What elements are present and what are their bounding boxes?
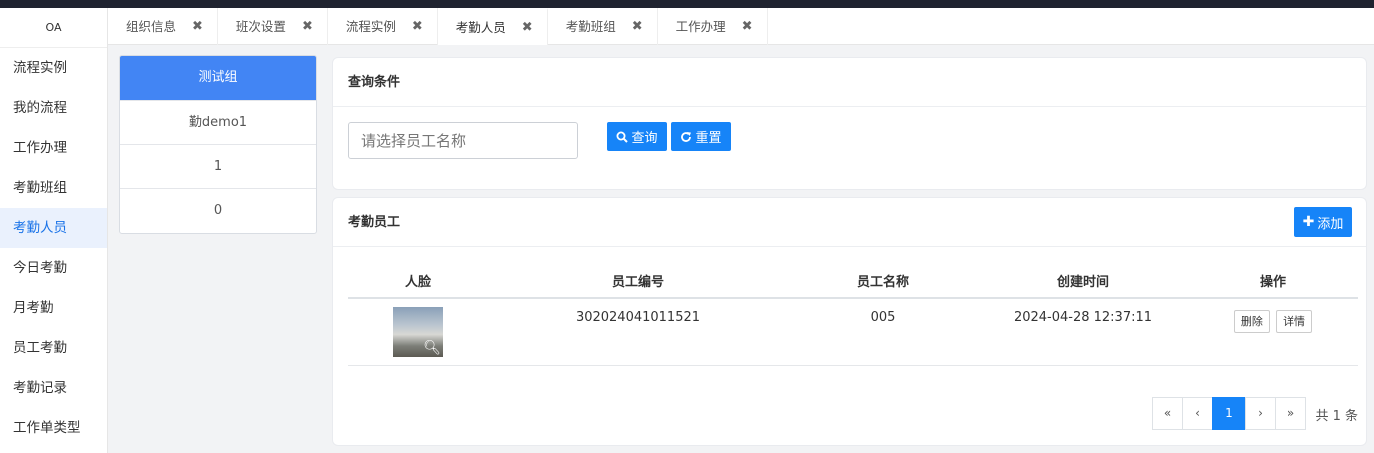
tab-label: 组织信息 [126, 19, 177, 34]
sidebar-item-attendance-group[interactable]: 考勤班组 [0, 168, 107, 208]
sidebar-item-my-process[interactable]: 我的流程 [0, 88, 107, 128]
close-icon[interactable]: ✖ [742, 8, 753, 45]
column-header-actions: 操作 [1188, 263, 1358, 299]
group-item[interactable]: 0 [120, 189, 316, 233]
tab-label: 流程实例 [345, 19, 396, 34]
tab-bar: 组织信息 ✖ 班次设置 ✖ 流程实例 ✖ 考勤人员 ✖ 考勤班组 ✖ 工作办理 … [108, 8, 1374, 45]
plus-icon: ✚ [1302, 214, 1315, 230]
employee-name-input[interactable] [348, 122, 578, 159]
tab-shift-settings[interactable]: 班次设置 ✖ [218, 8, 328, 45]
app-logo: OA [0, 8, 107, 48]
next-page-button[interactable]: › [1245, 397, 1276, 430]
column-header-created: 创建时间 [978, 263, 1188, 299]
group-list: 测试组 勤demo1 1 0 [119, 55, 317, 234]
query-panel: 查询条件 查询 重置 [332, 57, 1367, 190]
query-button[interactable]: 查询 [607, 122, 667, 151]
tab-label: 工作办理 [675, 19, 726, 34]
employee-no-cell: 302024041011521 [488, 298, 788, 366]
query-button-label: 查询 [631, 131, 658, 146]
tab-label: 考勤人员 [455, 20, 506, 35]
tab-process-instance[interactable]: 流程实例 ✖ [328, 8, 438, 45]
attendance-staff-panel: 考勤员工 ✚ 添加 人脸 员工编号 员工名称 创建时间 操作 🔍︎ 302024… [332, 197, 1367, 446]
query-panel-title: 查询条件 [333, 58, 1366, 107]
face-thumbnail[interactable]: 🔍︎ [393, 307, 443, 357]
actions-cell: 删除 详情 [1188, 298, 1358, 366]
staff-table: 人脸 员工编号 员工名称 创建时间 操作 🔍︎ 302024041011521 … [348, 263, 1358, 366]
tab-attendance-staff[interactable]: 考勤人员 ✖ [437, 8, 548, 46]
close-icon[interactable]: ✖ [522, 9, 533, 46]
sidebar-item-monthly-attendance[interactable]: 月考勤 [0, 288, 107, 328]
sidebar-item-worksheet-types[interactable]: 工作单类型 [0, 408, 107, 448]
sidebar-item-today-attendance[interactable]: 今日考勤 [0, 248, 107, 288]
tab-label: 班次设置 [235, 19, 286, 34]
sidebar: OA 流程实例 我的流程 工作办理 考勤班组 考勤人员 今日考勤 月考勤 员工考… [0, 8, 108, 453]
prev-page-button[interactable]: ‹ [1182, 397, 1213, 430]
total-count: 共 1 条 [1315, 409, 1358, 424]
column-header-employee-no: 员工编号 [488, 263, 788, 299]
staff-panel-title-text: 考勤员工 [348, 215, 401, 230]
close-icon[interactable]: ✖ [412, 8, 423, 45]
column-header-employee-name: 员工名称 [788, 263, 978, 299]
reset-button-label: 重置 [695, 131, 722, 146]
add-button[interactable]: ✚ 添加 [1294, 207, 1352, 237]
tab-label: 考勤班组 [565, 19, 616, 34]
tab-work-handling[interactable]: 工作办理 ✖ [658, 8, 768, 45]
group-item[interactable]: 1 [120, 145, 316, 189]
created-time-cell: 2024-04-28 12:37:11 [978, 298, 1188, 366]
face-cell: 🔍︎ [348, 298, 488, 366]
column-header-face: 人脸 [348, 263, 488, 299]
group-item[interactable]: 测试组 [120, 56, 316, 101]
employee-name-cell: 005 [788, 298, 978, 366]
zoom-icon[interactable]: 🔍︎ [423, 340, 441, 356]
page-button-current[interactable]: 1 [1212, 397, 1246, 430]
sidebar-item-attendance-records[interactable]: 考勤记录 [0, 368, 107, 408]
table-header-row: 人脸 员工编号 员工名称 创建时间 操作 [348, 263, 1358, 299]
close-icon[interactable]: ✖ [302, 8, 313, 45]
reset-button[interactable]: 重置 [671, 122, 731, 151]
search-icon [616, 131, 629, 143]
staff-panel-title: 考勤员工 ✚ 添加 [333, 198, 1366, 247]
sidebar-item-process-instance[interactable]: 流程实例 [0, 48, 107, 88]
table-row: 🔍︎ 302024041011521 005 2024-04-28 12:37:… [348, 298, 1358, 366]
add-button-label: 添加 [1317, 216, 1344, 232]
close-icon[interactable]: ✖ [632, 8, 643, 45]
close-icon[interactable]: ✖ [192, 8, 203, 45]
tab-org-info[interactable]: 组织信息 ✖ [108, 8, 218, 45]
last-page-button[interactable]: » [1275, 397, 1306, 430]
delete-button[interactable]: 删除 [1233, 310, 1270, 333]
detail-button[interactable]: 详情 [1276, 310, 1313, 333]
sidebar-item-employee-attendance[interactable]: 员工考勤 [0, 328, 107, 368]
pagination: « ‹ 1 › » [1152, 397, 1306, 430]
sidebar-item-work-handling[interactable]: 工作办理 [0, 128, 107, 168]
tab-attendance-group[interactable]: 考勤班组 ✖ [548, 8, 658, 45]
group-item[interactable]: 勤demo1 [120, 101, 316, 145]
refresh-icon [681, 131, 692, 142]
sidebar-item-attendance-staff[interactable]: 考勤人员 [0, 208, 107, 248]
window-top-bar [0, 0, 1374, 8]
first-page-button[interactable]: « [1152, 397, 1183, 430]
